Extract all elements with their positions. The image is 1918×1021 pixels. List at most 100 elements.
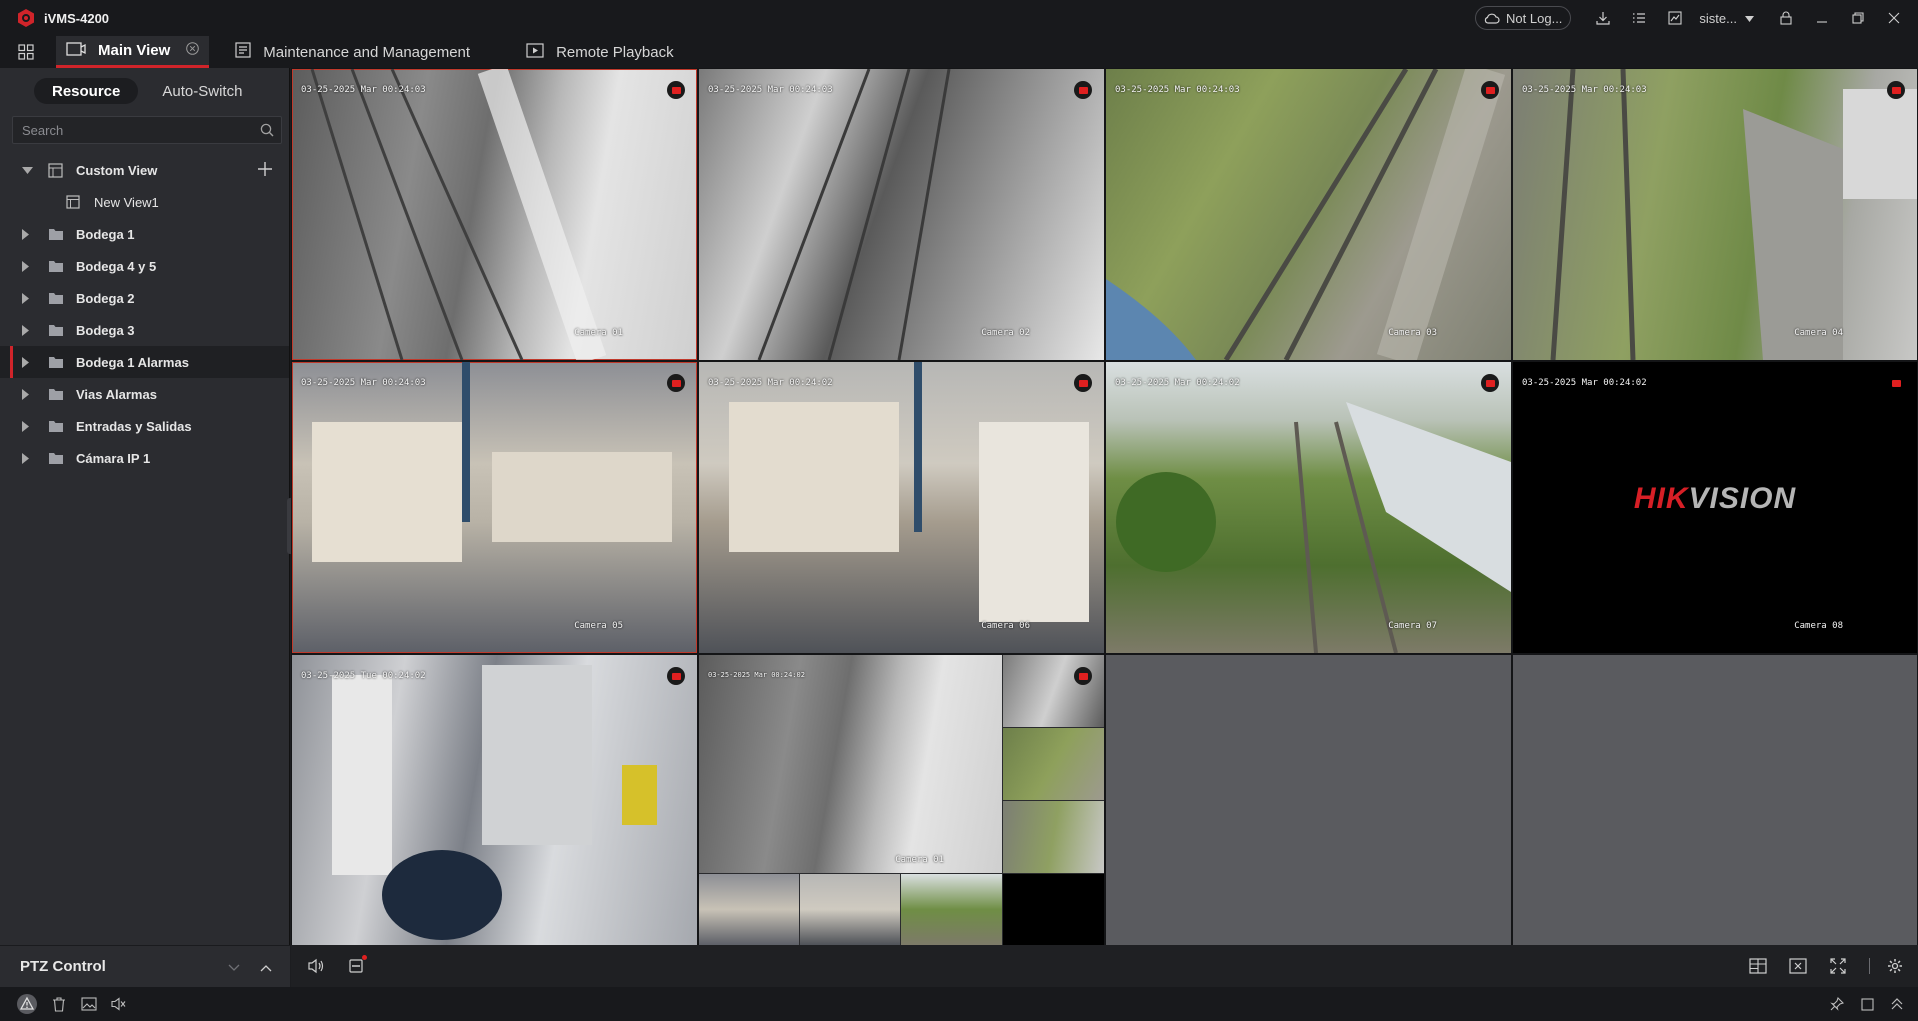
video-tile-12-empty[interactable] <box>1513 655 1917 945</box>
video-timestamp: 03-25-2025 Mar 00:24:03 <box>708 85 833 95</box>
caret-down-icon[interactable] <box>22 166 34 174</box>
tree-node-vias-alarmas[interactable]: Vias Alarmas <box>0 378 289 410</box>
tree-node-bodega-1[interactable]: Bodega 1 <box>0 218 289 250</box>
live-view-toolbar <box>291 945 1918 987</box>
window-icon[interactable] <box>1852 989 1882 1019</box>
caret-right-icon[interactable] <box>22 292 34 304</box>
scene-bags <box>729 362 1089 622</box>
folder-icon <box>48 260 64 273</box>
recording-icon <box>1074 667 1092 685</box>
video-tile-8[interactable]: 03-25-2025 Mar 00:24:02 HIKVISION Camera… <box>1513 362 1917 653</box>
video-tile-5[interactable]: 03-25-2025 Mar 00:24:03 Camera 05 <box>292 362 697 653</box>
fullscreen-icon[interactable] <box>1823 951 1853 981</box>
camera-name-overlay: Camera 02 <box>981 328 1030 338</box>
user-menu-label[interactable]: siste... <box>1699 11 1737 26</box>
video-tile-10-mosaic[interactable]: 03-25-2025 Mar 00:24:02 Camera 01 <box>699 655 1104 945</box>
mute-icon[interactable] <box>104 989 134 1019</box>
tree-node-camara-ip-1[interactable]: Cámara IP 1 <box>0 442 289 474</box>
trash-icon[interactable] <box>44 989 74 1019</box>
scene-field <box>1116 402 1511 653</box>
tab-maintenance-label: Maintenance and Management <box>263 43 471 61</box>
recording-icon <box>1887 81 1905 99</box>
tree-node-label: Bodega 4 y 5 <box>76 258 157 274</box>
tab-remote-playback[interactable]: Remote Playback <box>516 36 684 68</box>
recording-icon <box>1481 374 1499 392</box>
video-tile-9[interactable]: 03-25-2025 Tue 00:24:02 <box>292 655 697 945</box>
resource-mode-switch: Resource Auto-Switch <box>34 78 289 104</box>
caret-right-icon[interactable] <box>22 452 34 464</box>
chevron-up-icon[interactable] <box>260 959 272 977</box>
caret-right-icon[interactable] <box>22 388 34 400</box>
window-layout-icon[interactable] <box>1743 951 1773 981</box>
mosaic-thumb <box>1003 728 1104 800</box>
video-timestamp: 03-25-2025 Mar 00:24:02 <box>708 671 805 679</box>
camera-name-overlay: Camera 08 <box>1794 621 1843 631</box>
search-input[interactable] <box>13 122 253 138</box>
module-menu-icon[interactable] <box>0 36 52 68</box>
video-tile-6[interactable]: 03-25-2025 Mar 00:24:02 Camera 06 <box>699 362 1104 653</box>
health-monitor-icon[interactable] <box>1657 0 1693 36</box>
search-icon[interactable] <box>253 123 281 137</box>
chevron-down-icon[interactable] <box>228 959 240 977</box>
live-view-toolbar-right <box>1743 951 1918 981</box>
download-icon[interactable] <box>1585 0 1621 36</box>
search-box <box>12 116 282 144</box>
video-tile-3[interactable]: 03-25-2025 Mar 00:24:03 Camera 03 <box>1106 69 1511 360</box>
close-icon[interactable] <box>1876 0 1912 36</box>
video-tile-2[interactable]: 03-25-2025 Mar 00:24:03 Camera 02 <box>699 69 1104 360</box>
record-all-icon[interactable] <box>341 951 371 981</box>
minimize-icon[interactable] <box>1804 0 1840 36</box>
recording-icon <box>667 81 685 99</box>
recording-icon <box>1481 81 1499 99</box>
scene-rails <box>1106 69 1506 360</box>
hikvision-logo-hik: HIK <box>1633 482 1689 515</box>
status-bar <box>0 987 1918 1021</box>
tree-node-custom-view[interactable]: Custom View <box>0 154 289 186</box>
lock-icon[interactable] <box>1768 0 1804 36</box>
restore-icon[interactable] <box>1840 0 1876 36</box>
image-icon[interactable] <box>74 989 104 1019</box>
tree-node-entradas-y-salidas[interactable]: Entradas y Salidas <box>0 410 289 442</box>
mosaic-thumb <box>1003 874 1104 945</box>
app-title: iVMS-4200 <box>44 10 110 26</box>
tree-node-label: New View1 <box>94 194 159 210</box>
add-icon[interactable] <box>257 161 273 180</box>
tree-node-bodega-4-y-5[interactable]: Bodega 4 y 5 <box>0 250 289 282</box>
gear-icon[interactable] <box>1880 951 1910 981</box>
caret-right-icon[interactable] <box>22 260 34 272</box>
video-tile-11-empty[interactable] <box>1106 655 1511 945</box>
caret-right-icon[interactable] <box>22 420 34 432</box>
caret-right-icon[interactable] <box>22 356 34 368</box>
tab-maintenance-management[interactable]: Maintenance and Management <box>225 36 480 68</box>
caret-right-icon[interactable] <box>22 324 34 336</box>
task-list-icon[interactable] <box>1621 0 1657 36</box>
tree-node-bodega-1-alarmas[interactable]: Bodega 1 Alarmas <box>0 346 289 378</box>
alarm-warning-icon[interactable] <box>12 989 42 1019</box>
folder-icon <box>48 356 64 369</box>
video-tile-7[interactable]: 03-25-2025 Mar 00:24:02 Camera 07 <box>1106 362 1511 653</box>
app-window: iVMS-4200 Not Log... siste... Main View <box>0 0 1918 1021</box>
tree-node-new-view1[interactable]: New View1 <box>0 186 289 218</box>
hikvision-logo-icon <box>16 8 36 28</box>
login-status-button[interactable]: Not Log... <box>1475 6 1572 30</box>
folder-icon <box>48 228 64 241</box>
tab-main-view[interactable]: Main View <box>56 36 210 68</box>
video-tile-4[interactable]: 03-25-2025 Mar 00:24:03 Camera 04 <box>1513 69 1917 360</box>
chevron-double-up-icon[interactable] <box>1882 989 1912 1019</box>
ptz-control-label: PTZ Control <box>20 958 106 975</box>
stop-all-preview-icon[interactable] <box>1783 951 1813 981</box>
pin-icon[interactable] <box>1822 989 1852 1019</box>
ptz-control-panel[interactable]: PTZ Control <box>0 945 290 987</box>
tree-node-bodega-2[interactable]: Bodega 2 <box>0 282 289 314</box>
video-tile-1[interactable]: 03-25-2025 Mar 00:24:03 Camera 01 <box>292 69 697 360</box>
resource-sidebar: Resource Auto-Switch Custom View New Vie… <box>0 68 295 945</box>
close-tab-icon[interactable] <box>186 42 200 59</box>
camera-name-overlay: Camera 01 <box>895 855 944 865</box>
tree-node-label: Vias Alarmas <box>76 386 157 402</box>
resource-toggle[interactable]: Resource <box>34 78 139 104</box>
auto-switch-toggle[interactable]: Auto-Switch <box>144 78 260 104</box>
caret-right-icon[interactable] <box>22 228 34 240</box>
chevron-down-icon[interactable] <box>1745 9 1754 27</box>
tree-node-bodega-3[interactable]: Bodega 3 <box>0 314 289 346</box>
audio-icon[interactable] <box>301 951 331 981</box>
